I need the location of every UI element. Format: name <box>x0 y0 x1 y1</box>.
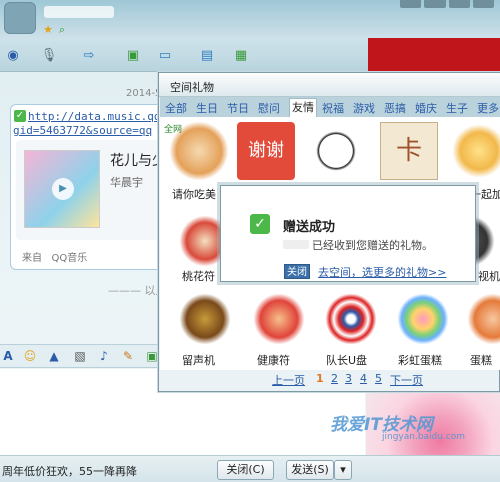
music-link[interactable]: http://data.music.qq <box>28 110 160 123</box>
gift-name[interactable]: 留声机 <box>182 352 215 368</box>
gift-item[interactable]: 卡 <box>380 122 438 180</box>
gift-name[interactable]: 视机 <box>478 268 500 284</box>
more-gifts-link[interactable]: 去空间，选更多的礼物>> <box>318 264 446 280</box>
magic-icon[interactable]: ▲ <box>46 348 62 364</box>
gift-pager <box>160 370 500 390</box>
gift-name[interactable]: 彩虹蛋糕 <box>398 352 442 368</box>
verified-icon: ✓ <box>14 110 26 122</box>
gift-name[interactable]: 蛋糕 <box>470 352 492 368</box>
skin-button[interactable] <box>400 0 422 8</box>
recipient-name <box>283 240 309 249</box>
badge-fullnet: 全网 <box>164 125 183 135</box>
font-icon[interactable]: A <box>0 348 16 364</box>
gift-name[interactable]: 队长U盘 <box>326 352 367 368</box>
gift-item[interactable] <box>176 290 234 348</box>
microphone-icon[interactable]: 🎙 <box>38 46 60 66</box>
popup-title: 赠送成功 <box>283 220 336 235</box>
watermark-url: jingyan.baidu.com <box>382 432 466 442</box>
popup-close-button[interactable]: 关闭 <box>284 264 310 279</box>
maximize-button[interactable] <box>448 0 470 8</box>
minimize-button[interactable] <box>424 0 446 8</box>
play-icon[interactable]: ▶ <box>52 178 74 200</box>
tab-prank[interactable]: 恶搞 <box>384 100 406 116</box>
tab-all[interactable]: 全部 <box>165 100 187 116</box>
avatar[interactable] <box>4 2 36 34</box>
tab-holiday[interactable]: 节日 <box>227 100 249 116</box>
send-button[interactable]: 发送(S) <box>286 460 334 480</box>
gift-item[interactable] <box>464 290 500 348</box>
pager-page-1[interactable]: 1 <box>316 372 324 385</box>
popup-message: 已经收到您赠送的礼物。 <box>312 239 433 252</box>
tab-birthday[interactable]: 生日 <box>196 100 218 116</box>
file-transfer-icon[interactable]: ⇨ <box>78 46 100 66</box>
checkmark-icon: ✓ <box>250 214 270 234</box>
gift-item[interactable] <box>307 122 365 180</box>
send-options-button[interactable]: ▾ <box>334 460 352 480</box>
pager-page-5[interactable]: 5 <box>375 372 382 385</box>
pager-page-4[interactable]: 4 <box>360 372 367 385</box>
message-timestamp: 2014-5 <box>126 88 162 99</box>
source-app[interactable]: QQ音乐 <box>52 253 88 264</box>
tab-blessing[interactable]: 祝福 <box>322 100 344 116</box>
source-prefix: 来自 <box>22 253 42 264</box>
emoji-icon[interactable]: ☺ <box>22 348 38 364</box>
promo-text[interactable]: 周年低价狂欢，55一降再降 <box>2 463 137 479</box>
apps-icon[interactable]: ▦ <box>230 46 252 66</box>
tab-friendship[interactable]: 友情 <box>289 98 317 117</box>
window-controls <box>400 0 494 10</box>
gift-item[interactable] <box>250 290 308 348</box>
close-window-button[interactable] <box>472 0 494 8</box>
tab-baby[interactable]: 生子 <box>446 100 468 116</box>
gift-item[interactable]: 谢谢 <box>237 122 295 180</box>
star-icon: ★ <box>43 23 53 36</box>
singer-name: 华晨宇 <box>110 176 143 189</box>
tab-comfort[interactable]: 慰问 <box>258 100 280 116</box>
tab-wedding[interactable]: 婚庆 <box>415 100 437 116</box>
gift-item[interactable] <box>450 122 500 180</box>
gift-item[interactable] <box>322 290 380 348</box>
remote-assist-icon[interactable]: ▣ <box>122 46 144 66</box>
tab-game[interactable]: 游戏 <box>353 100 375 116</box>
song-title[interactable]: 花儿与少 <box>110 150 160 170</box>
pager-page-3[interactable]: 3 <box>345 372 352 385</box>
gift-name[interactable]: 健康符 <box>257 352 290 368</box>
pager-prev[interactable]: 上一页 <box>272 372 305 388</box>
pager-next[interactable]: 下一页 <box>390 372 423 388</box>
gift-dialog-title: 空间礼物 <box>170 81 214 94</box>
close-chat-button[interactable]: 关闭(C) <box>217 460 274 480</box>
ad-banner[interactable] <box>368 38 500 72</box>
gift-name[interactable]: 请你吃美 <box>172 186 216 202</box>
gif-icon[interactable]: ▧ <box>72 348 88 364</box>
send-image-icon[interactable]: ▤ <box>196 46 218 66</box>
video-call-icon[interactable]: ◉ <box>2 46 24 66</box>
pager-page-2[interactable]: 2 <box>331 372 338 385</box>
screenshot-icon[interactable]: ✎ <box>120 348 136 364</box>
gift-item[interactable] <box>394 290 452 348</box>
tab-more[interactable]: 更多 <box>477 100 499 116</box>
screen-share-icon[interactable]: ▭ <box>154 46 176 66</box>
gift-name[interactable]: 桃花符 <box>182 268 215 284</box>
search-icon[interactable]: ⌕ <box>56 24 68 36</box>
contact-name <box>44 6 114 18</box>
share-source: 来自 QQ音乐 <box>22 249 87 264</box>
voice-icon[interactable]: ♪ <box>96 348 112 364</box>
music-link-cont[interactable]: gid=5463772&source=qq <box>13 124 152 137</box>
